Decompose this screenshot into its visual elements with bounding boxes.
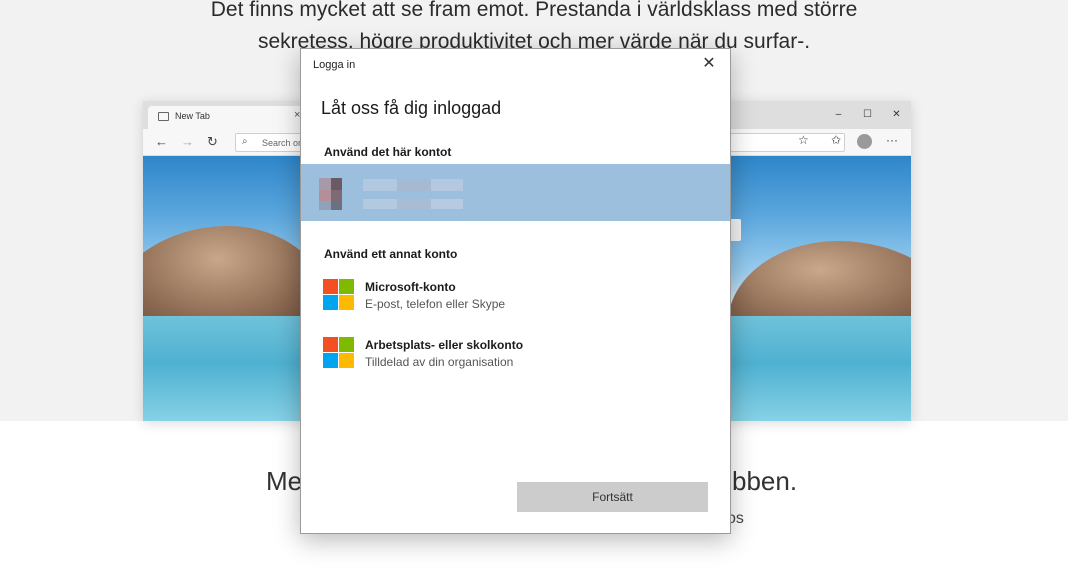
microsoft-account-subtitle: E-post, telefon eller Skype	[365, 297, 506, 311]
other-account-label: Använd ett annat konto	[324, 247, 458, 261]
maximize-icon: ☐	[863, 109, 872, 120]
work-school-account-option[interactable]: Arbetsplats- eller skolkonto Tilldelad a…	[323, 337, 713, 379]
favorites-list-icon: ✩	[831, 133, 842, 147]
back-arrow-icon: ←	[155, 134, 168, 149]
section-heading-left: Me	[266, 466, 303, 496]
this-account-label: Använd det här kontot	[324, 145, 452, 159]
browser-tab-title: New Tab	[175, 111, 210, 121]
profile-avatar-icon	[857, 134, 872, 149]
close-icon: ✕	[892, 109, 901, 120]
sign-in-dialog: Logga in ✕ Låt oss få dig inloggad Använ…	[300, 48, 731, 534]
refresh-icon: ↻	[207, 134, 218, 149]
more-menu-icon: ···	[886, 133, 898, 147]
section-heading-right: bben.	[732, 466, 798, 496]
work-school-account-subtitle: Tilldelad av din organisation	[365, 355, 514, 369]
continue-button[interactable]: Fortsätt	[517, 482, 708, 512]
browser-window-controls: – ☐ ✕	[824, 101, 911, 129]
new-tab-icon	[158, 112, 169, 121]
forward-arrow-icon: →	[181, 134, 194, 149]
microsoft-logo-icon	[323, 337, 354, 368]
minimize-icon: –	[835, 109, 842, 120]
microsoft-logo-icon	[323, 279, 354, 310]
address-bar-placeholder: Search or	[262, 138, 302, 148]
dialog-close-icon[interactable]: ✕	[699, 54, 719, 74]
existing-account-option[interactable]	[301, 164, 730, 221]
work-school-account-title: Arbetsplats- eller skolkonto	[365, 338, 524, 352]
browser-tab: New Tab ×	[148, 106, 308, 129]
search-icon: ⌕	[242, 136, 248, 147]
dialog-title: Logga in	[313, 59, 356, 71]
hero-tagline-line1: Det finns mycket att se fram emot. Prest…	[210, 0, 858, 21]
favorite-star-icon: ☆	[798, 133, 809, 147]
microsoft-account-title: Microsoft-konto	[365, 280, 456, 294]
microsoft-account-option[interactable]: Microsoft-konto E-post, telefon eller Sk…	[323, 279, 713, 321]
dialog-heading: Låt oss få dig inloggad	[321, 98, 502, 118]
